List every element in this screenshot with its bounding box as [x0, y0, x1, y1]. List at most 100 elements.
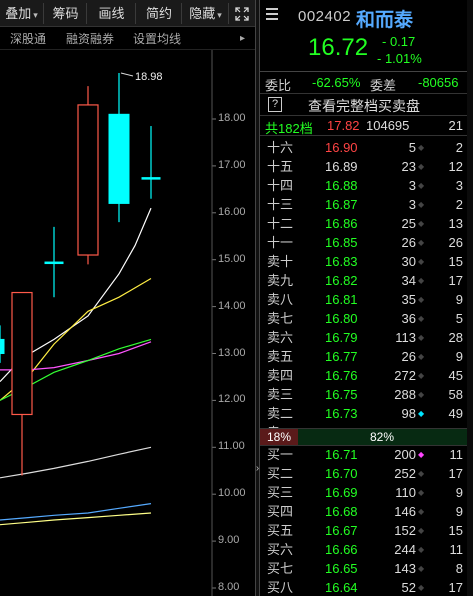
menu-icon[interactable] — [266, 8, 278, 22]
ask-row[interactable]: 卖八 16.81 35 ◆ 9 — [260, 290, 473, 309]
ask-volume: 5 — [408, 140, 416, 155]
diamond-icon: ◆ — [418, 564, 425, 573]
hide-button[interactable]: 隐藏 ▾ — [183, 3, 229, 24]
ask-row[interactable]: 卖四 16.76 272 ◆ 45 — [260, 366, 473, 385]
diamond-icon: ◆ — [418, 409, 425, 418]
hk-connect-link[interactable]: 深股通 — [10, 30, 46, 48]
ask-price: 16.76 — [325, 368, 358, 383]
bid-row[interactable]: 买二 16.70 252 ◆ 17 — [260, 464, 473, 483]
bid-row[interactable]: 买八 16.64 52 ◆ 17 — [260, 578, 473, 596]
bid-volume: 252 — [394, 466, 416, 481]
ma-settings-link[interactable]: 设置均线 — [133, 30, 181, 48]
total-volume: 104695 — [366, 118, 410, 133]
ask-row[interactable]: 十四 16.88 3 ◆ 3 — [260, 176, 473, 195]
ask-volume: 26 — [401, 235, 416, 250]
diamond-icon: ◆ — [418, 390, 425, 399]
ask-row[interactable]: 十一 16.85 26 ◆ 26 — [260, 233, 473, 252]
bid-row[interactable]: 买三 16.69 110 ◆ 9 — [260, 483, 473, 502]
ma-line-7 — [0, 512, 152, 526]
y-tick-label: 10.00 — [218, 487, 246, 500]
diamond-icon: ◆ — [418, 200, 425, 209]
ask-order-count: 17 — [448, 273, 463, 288]
more-arrow-icon[interactable]: ▸ — [240, 30, 245, 48]
simple-mode-button[interactable]: 简约 — [137, 3, 182, 24]
ask-price: 16.83 — [325, 254, 358, 269]
draw-line-button[interactable]: 画线 — [88, 3, 136, 24]
y-tick-label: 15.00 — [218, 252, 246, 265]
ask-level-label: 十一 — [267, 235, 294, 250]
ask-volume: 35 — [401, 292, 416, 307]
ask-order-count: 58 — [448, 387, 463, 402]
y-tick-label: 18.00 — [218, 112, 246, 124]
ask-price: 16.85 — [325, 235, 358, 250]
ask-row[interactable]: 卖七 16.80 36 ◆ 5 — [260, 309, 473, 328]
scrollbar[interactable] — [467, 0, 473, 596]
bid-order-count: 15 — [448, 523, 463, 538]
last-price: 16.72 — [308, 34, 369, 61]
kline-panel[interactable]: 叠加 ▾ 筹码 画线 简约 隐藏 ▾ 深股通 融资融券 设置均线 ▸ 18.98 1… — [0, 0, 255, 596]
chips-button[interactable]: 筹码 — [45, 3, 87, 24]
diamond-icon: ◆ — [418, 257, 425, 266]
simple-mode-label: 简约 — [145, 6, 172, 21]
bid-level-label: 买二 — [267, 466, 294, 481]
ask-row[interactable]: 卖九 16.82 34 ◆ 17 — [260, 271, 473, 290]
ask-level-label: 十二 — [267, 216, 294, 231]
total-count: 21 — [448, 118, 463, 133]
candle-body-1 — [0, 338, 5, 354]
margin-trading-link[interactable]: 融资融券 — [66, 30, 114, 48]
y-tick-label: 17.00 — [218, 158, 246, 171]
draw-line-label: 画线 — [98, 6, 125, 21]
ask-price: 16.81 — [325, 292, 358, 307]
bid-order-count: 17 — [448, 466, 463, 481]
ask-row[interactable]: 十三 16.87 3 ◆ 2 — [260, 195, 473, 214]
ma-line-6 — [0, 503, 152, 521]
y-tick-label: 11.00 — [218, 440, 245, 453]
ask-volume: 272 — [394, 368, 416, 383]
candlestick-chart[interactable]: 18.98 — [0, 50, 255, 596]
bid-row[interactable]: 买一 16.71 200 ◆ 11 — [260, 445, 473, 464]
ask-row[interactable]: 卖六 16.79 113 ◆ 28 — [260, 328, 473, 347]
help-icon[interactable]: ? — [268, 97, 282, 112]
chips-label: 筹码 — [52, 6, 79, 21]
bid-row[interactable]: 买五 16.67 152 ◆ 15 — [260, 521, 473, 540]
ask-level-label: 卖八 — [267, 292, 294, 307]
full-book-link[interactable]: 查看完整档买卖盘 — [308, 96, 420, 116]
bid-row[interactable]: 买四 16.68 146 ◆ 9 — [260, 502, 473, 521]
max-annotation-label: 18.98 — [135, 71, 163, 83]
diamond-icon: ◆ — [418, 333, 425, 342]
ask-price: 16.88 — [325, 178, 358, 193]
ask-row[interactable]: 卖十 16.83 30 ◆ 15 — [260, 252, 473, 271]
ask-price: 16.90 — [325, 140, 358, 155]
ask-price: 16.73 — [325, 406, 358, 421]
ask-order-count: 3 — [455, 178, 463, 193]
ask-volume: 3 — [408, 178, 416, 193]
ma-line-5 — [0, 446, 152, 479]
bid-price: 16.71 — [325, 447, 358, 462]
candle-body-3 — [44, 261, 64, 265]
ask-volume: 98 — [401, 406, 416, 421]
full-book-row[interactable]: ? 查看完整档买卖盘 — [260, 94, 473, 116]
ask-row[interactable]: 十二 16.86 25 ◆ 13 — [260, 214, 473, 233]
ask-volume: 288 — [394, 387, 416, 402]
bid-volume: 152 — [394, 523, 416, 538]
total-levels: 共182档 — [265, 121, 313, 136]
bid-volume: 143 — [394, 561, 416, 576]
diamond-icon: ◆ — [418, 545, 425, 554]
ask-level-label: 十四 — [267, 178, 294, 193]
diamond-icon: ◆ — [418, 238, 425, 247]
ask-price: 16.89 — [325, 159, 358, 174]
order-ratio-row: 委比 -62.65% 委差 -80656 — [260, 72, 473, 94]
ask-row[interactable]: 十五 16.89 23 ◆ 12 — [260, 157, 473, 176]
diamond-icon: ◆ — [418, 314, 425, 323]
overlay-label: 叠加 — [5, 6, 32, 21]
bid-row[interactable]: 买六 16.66 244 ◆ 11 — [260, 540, 473, 559]
expand-icon[interactable] — [230, 3, 254, 24]
ask-row[interactable]: 十六 16.90 5 ◆ 2 — [260, 138, 473, 157]
bid-row[interactable]: 买七 16.65 143 ◆ 8 — [260, 559, 473, 578]
overlay-button[interactable]: 叠加 ▾ — [0, 3, 44, 24]
ask-row[interactable]: 卖三 16.75 288 ◆ 58 — [260, 385, 473, 404]
price-change-pct: - 1.01% — [377, 51, 422, 66]
ask-order-count: 45 — [448, 368, 463, 383]
ask-row[interactable]: 卖二 16.73 98 ◆ 49 — [260, 404, 473, 423]
ask-row[interactable]: 卖五 16.77 26 ◆ 9 — [260, 347, 473, 366]
